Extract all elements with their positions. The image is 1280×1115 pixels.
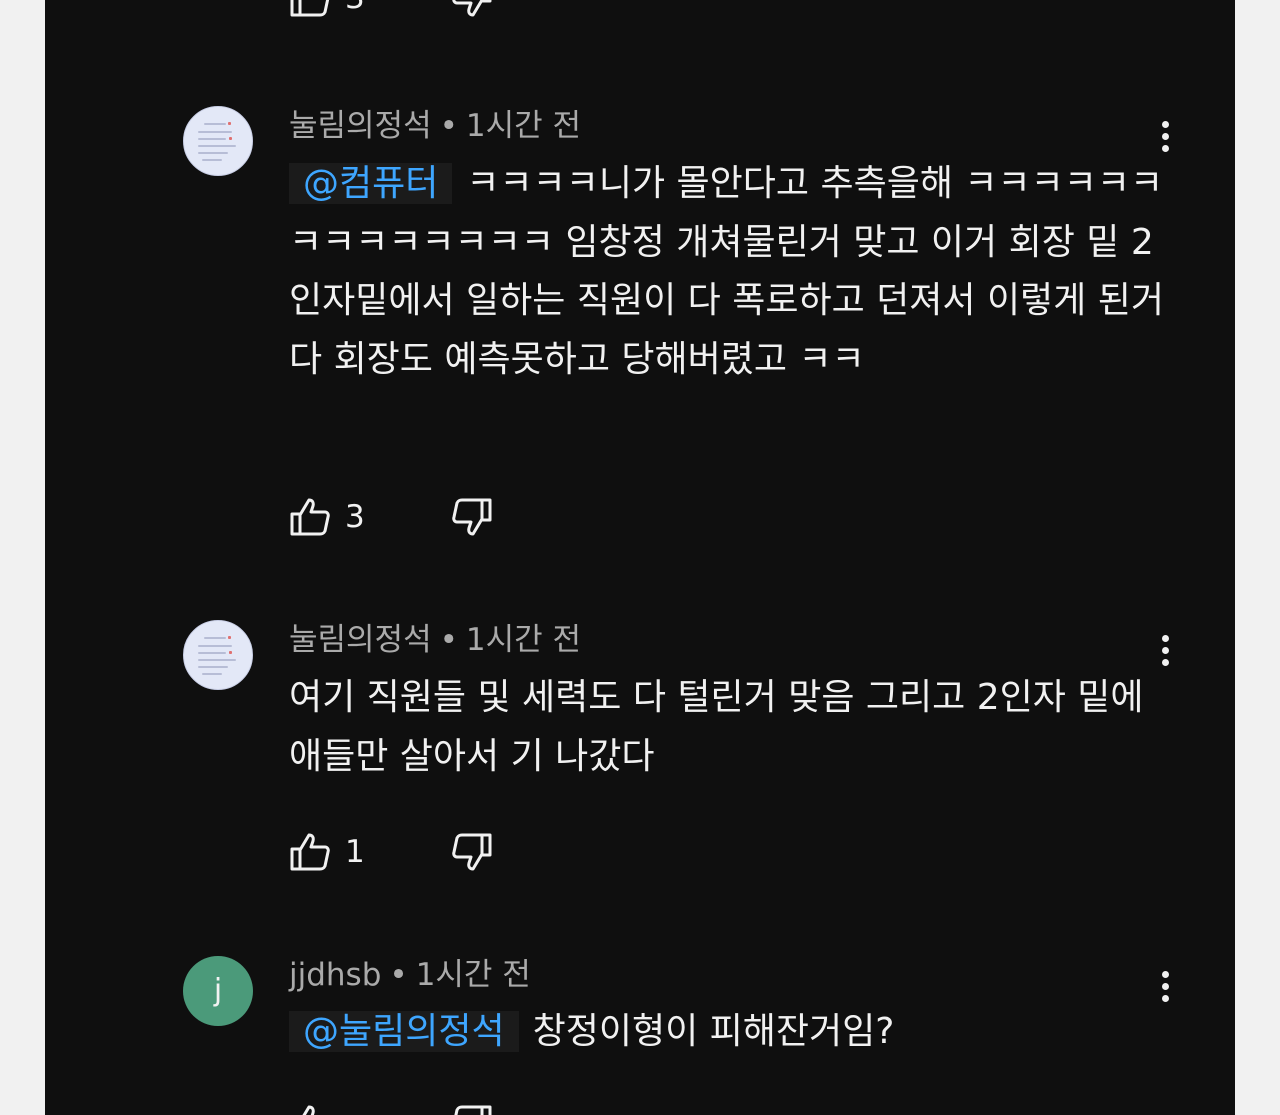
- thumbs-down-icon: [452, 0, 492, 17]
- comment-actions: 3: [289, 0, 689, 18]
- like-button[interactable]: 3: [289, 0, 365, 18]
- comment-meta: jjdhsb • 1시간 전: [289, 957, 531, 993]
- mention-link[interactable]: @컴퓨터: [289, 163, 453, 204]
- comment-meta: 눌림의정석 • 1시간 전: [289, 108, 582, 144]
- comment-author[interactable]: 눌림의정석: [289, 108, 432, 144]
- like-button[interactable]: [289, 1104, 331, 1115]
- comment-time: 1시간 전: [415, 957, 531, 993]
- avatar[interactable]: [183, 620, 253, 690]
- dislike-button[interactable]: [451, 497, 493, 537]
- like-count: 3: [345, 0, 365, 16]
- comment-actions: 1: [289, 832, 689, 872]
- thumbs-up-icon: [290, 498, 330, 536]
- avatar[interactable]: j: [183, 956, 253, 1026]
- thumbs-up-icon: [290, 833, 330, 871]
- like-count: 3: [345, 499, 365, 535]
- comment-text: @눌림의정석 창정이형이 피해잔거임?: [289, 1003, 1169, 1062]
- like-button[interactable]: 3: [289, 497, 365, 537]
- thumbs-up-icon: [302, 1105, 315, 1115]
- comment-actions: [289, 1104, 689, 1115]
- dislike-button[interactable]: [451, 832, 493, 872]
- comment-author[interactable]: jjdhsb: [289, 957, 381, 993]
- thumbs-up-icon: [290, 0, 330, 17]
- thumbs-down-icon: [452, 833, 492, 871]
- avatar-letter: j: [213, 973, 223, 1008]
- comment-author[interactable]: 눌림의정석: [289, 622, 432, 658]
- like-count: 1: [345, 834, 365, 870]
- more-vert-icon: [1155, 635, 1175, 666]
- thumbs-down-icon: [452, 498, 492, 536]
- dislike-button[interactable]: [451, 0, 493, 18]
- comment-actions: 3: [289, 497, 689, 537]
- comments-screen: 3 눌림의정석•1시간 전 @컴퓨터ㅋㅋㅋㅋ니가: [45, 0, 1235, 1115]
- comment-time: 1시간 전: [465, 622, 582, 658]
- comment-body: 여기 직원들 및 세력도 다 털린거 맞음 그리고 2인자 밑에애들만 살아서 …: [289, 677, 1144, 777]
- comment-body: 창정이형이 피해잔거임?: [532, 1011, 895, 1052]
- avatar[interactable]: [183, 106, 253, 176]
- comment-text: 여기 직원들 및 세력도 다 털린거 맞음 그리고 2인자 밑에애들만 살아서 …: [289, 669, 1169, 786]
- more-vert-icon: [1155, 971, 1175, 1002]
- comment-meta: 눌림의정석 • 1시간 전: [289, 622, 582, 658]
- comment-time: 1시간 전: [465, 108, 582, 144]
- more-vert-icon: [1155, 121, 1175, 152]
- dislike-button[interactable]: [451, 1104, 493, 1115]
- comment-text: @컴퓨터 ㅋㅋㅋㅋ니가 몰안다고 추측을해 ㅋㅋㅋㅋㅋㅋㅋㅋㅋㅋㅋㅋㅋㅋ 임창정 …: [289, 155, 1169, 389]
- thumbs-down-icon: [454, 1105, 492, 1115]
- like-button[interactable]: 1: [289, 832, 365, 872]
- mention-link[interactable]: @눌림의정석: [289, 1011, 519, 1052]
